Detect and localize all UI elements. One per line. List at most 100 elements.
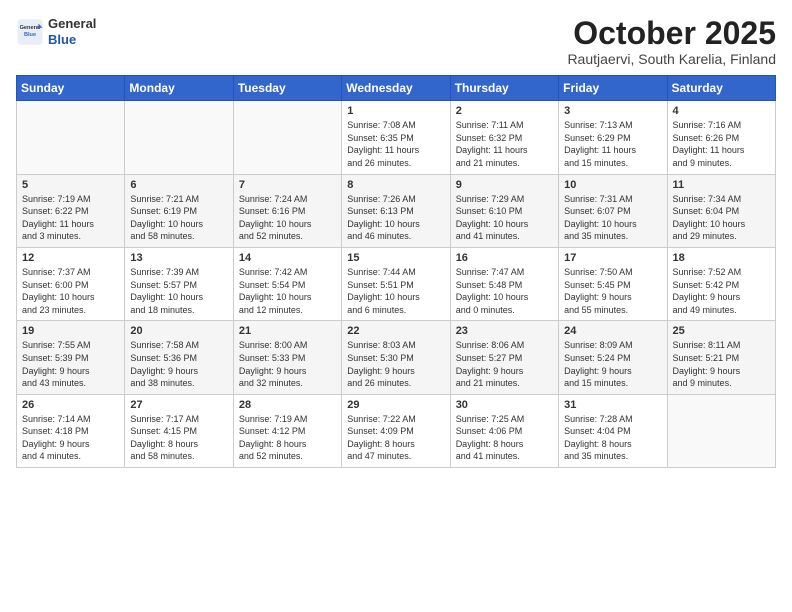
- day-info: Sunrise: 7:39 AM Sunset: 5:57 PM Dayligh…: [130, 266, 227, 316]
- day-number: 5: [22, 179, 119, 191]
- logo-icon: General Blue: [16, 18, 44, 46]
- day-info: Sunrise: 7:14 AM Sunset: 4:18 PM Dayligh…: [22, 413, 119, 463]
- day-number: 19: [22, 325, 119, 337]
- calendar-day: 23 Sunrise: 8:06 AM Sunset: 5:27 PM Dayli…: [450, 321, 558, 394]
- calendar-week-4: 26 Sunrise: 7:14 AM Sunset: 4:18 PM Dayli…: [17, 394, 776, 467]
- calendar-day: 28 Sunrise: 7:19 AM Sunset: 4:12 PM Dayli…: [233, 394, 341, 467]
- day-number: 22: [347, 325, 444, 337]
- calendar-day: 27 Sunrise: 7:17 AM Sunset: 4:15 PM Dayli…: [125, 394, 233, 467]
- calendar-day: 8 Sunrise: 7:26 AM Sunset: 6:13 PM Daylig…: [342, 174, 450, 247]
- weekday-header-monday: Monday: [125, 76, 233, 101]
- calendar-day: 22Sunrise: 8:03 AM Sunset: 5:30 PM Dayli…: [342, 321, 450, 394]
- day-number: 31: [564, 399, 661, 411]
- day-info: Sunrise: 7:17 AM Sunset: 4:15 PM Dayligh…: [130, 413, 227, 463]
- weekday-header-friday: Friday: [559, 76, 667, 101]
- weekday-header-sunday: Sunday: [17, 76, 125, 101]
- day-number: 14: [239, 252, 336, 264]
- calendar-week-1: 5 Sunrise: 7:19 AM Sunset: 6:22 PM Daylig…: [17, 174, 776, 247]
- calendar-day: 13 Sunrise: 7:39 AM Sunset: 5:57 PM Dayli…: [125, 247, 233, 320]
- day-info: Sunrise: 7:22 AM Sunset: 4:09 PM Dayligh…: [347, 413, 444, 463]
- day-info: Sunrise: 7:31 AM Sunset: 6:07 PM Dayligh…: [564, 193, 661, 243]
- calendar-day: 18Sunrise: 7:52 AM Sunset: 5:42 PM Dayli…: [667, 247, 775, 320]
- day-info: Sunrise: 7:42 AM Sunset: 5:54 PM Dayligh…: [239, 266, 336, 316]
- calendar-day: 1 Sunrise: 7:08 AM Sunset: 6:35 PM Daylig…: [342, 101, 450, 174]
- day-number: 27: [130, 399, 227, 411]
- day-info: Sunrise: 7:24 AM Sunset: 6:16 PM Dayligh…: [239, 193, 336, 243]
- day-info: Sunrise: 7:25 AM Sunset: 4:06 PM Dayligh…: [456, 413, 553, 463]
- calendar-day: [233, 101, 341, 174]
- location: Rautjaervi, South Karelia, Finland: [567, 51, 776, 67]
- day-number: 12: [22, 252, 119, 264]
- calendar-day: 15 Sunrise: 7:44 AM Sunset: 5:51 PM Dayli…: [342, 247, 450, 320]
- day-number: 1: [347, 105, 444, 117]
- day-info: Sunrise: 8:00 AM Sunset: 5:33 PM Dayligh…: [239, 339, 336, 389]
- calendar-week-3: 19 Sunrise: 7:55 AM Sunset: 5:39 PM Dayli…: [17, 321, 776, 394]
- day-info: Sunrise: 7:34 AM Sunset: 6:04 PM Dayligh…: [673, 193, 770, 243]
- calendar-day: 19 Sunrise: 7:55 AM Sunset: 5:39 PM Dayli…: [17, 321, 125, 394]
- day-number: 26: [22, 399, 119, 411]
- day-info: Sunrise: 7:19 AM Sunset: 6:22 PM Dayligh…: [22, 193, 119, 243]
- weekday-header-tuesday: Tuesday: [233, 76, 341, 101]
- day-info: Sunrise: 8:06 AM Sunset: 5:27 PM Dayligh…: [456, 339, 553, 389]
- day-info: Sunrise: 7:37 AM Sunset: 6:00 PM Dayligh…: [22, 266, 119, 316]
- day-number: 23: [456, 325, 553, 337]
- day-number: 13: [130, 252, 227, 264]
- logo: General Blue General Blue: [16, 16, 96, 47]
- calendar-day: 24Sunrise: 8:09 AM Sunset: 5:24 PM Dayli…: [559, 321, 667, 394]
- day-number: 8: [347, 179, 444, 191]
- day-number: 25: [673, 325, 770, 337]
- day-number: 21: [239, 325, 336, 337]
- day-number: 9: [456, 179, 553, 191]
- calendar-day: 29Sunrise: 7:22 AM Sunset: 4:09 PM Dayli…: [342, 394, 450, 467]
- day-info: Sunrise: 7:28 AM Sunset: 4:04 PM Dayligh…: [564, 413, 661, 463]
- calendar-day: 3Sunrise: 7:13 AM Sunset: 6:29 PM Daylig…: [559, 101, 667, 174]
- day-number: 4: [673, 105, 770, 117]
- calendar-week-2: 12 Sunrise: 7:37 AM Sunset: 6:00 PM Dayli…: [17, 247, 776, 320]
- calendar-day: 20 Sunrise: 7:58 AM Sunset: 5:36 PM Dayli…: [125, 321, 233, 394]
- day-number: 20: [130, 325, 227, 337]
- logo-text: General Blue: [48, 16, 96, 47]
- calendar-day: 5 Sunrise: 7:19 AM Sunset: 6:22 PM Daylig…: [17, 174, 125, 247]
- calendar-day: 2Sunrise: 7:11 AM Sunset: 6:32 PM Daylig…: [450, 101, 558, 174]
- day-info: Sunrise: 8:11 AM Sunset: 5:21 PM Dayligh…: [673, 339, 770, 389]
- calendar-day: 11Sunrise: 7:34 AM Sunset: 6:04 PM Dayli…: [667, 174, 775, 247]
- page-header: General Blue General Blue October 2025 R…: [16, 16, 776, 67]
- day-info: Sunrise: 7:08 AM Sunset: 6:35 PM Dayligh…: [347, 119, 444, 169]
- day-info: Sunrise: 7:19 AM Sunset: 4:12 PM Dayligh…: [239, 413, 336, 463]
- day-info: Sunrise: 7:47 AM Sunset: 5:48 PM Dayligh…: [456, 266, 553, 316]
- day-number: 7: [239, 179, 336, 191]
- day-info: Sunrise: 7:52 AM Sunset: 5:42 PM Dayligh…: [673, 266, 770, 316]
- calendar-day: 30 Sunrise: 7:25 AM Sunset: 4:06 PM Dayli…: [450, 394, 558, 467]
- calendar-day: [667, 394, 775, 467]
- title-area: October 2025 Rautjaervi, South Karelia, …: [567, 16, 776, 67]
- day-info: Sunrise: 7:55 AM Sunset: 5:39 PM Dayligh…: [22, 339, 119, 389]
- calendar-day: 16 Sunrise: 7:47 AM Sunset: 5:48 PM Dayli…: [450, 247, 558, 320]
- calendar-day: [125, 101, 233, 174]
- day-info: Sunrise: 7:16 AM Sunset: 6:26 PM Dayligh…: [673, 119, 770, 169]
- day-info: Sunrise: 8:09 AM Sunset: 5:24 PM Dayligh…: [564, 339, 661, 389]
- day-number: 15: [347, 252, 444, 264]
- day-number: 30: [456, 399, 553, 411]
- calendar-day: 10 Sunrise: 7:31 AM Sunset: 6:07 PM Dayli…: [559, 174, 667, 247]
- day-number: 10: [564, 179, 661, 191]
- logo-blue: Blue: [48, 32, 96, 48]
- month-title: October 2025: [567, 16, 776, 51]
- calendar-header-row: SundayMondayTuesdayWednesdayThursdayFrid…: [17, 76, 776, 101]
- calendar-day: 14 Sunrise: 7:42 AM Sunset: 5:54 PM Dayli…: [233, 247, 341, 320]
- day-info: Sunrise: 7:11 AM Sunset: 6:32 PM Dayligh…: [456, 119, 553, 169]
- day-info: Sunrise: 7:44 AM Sunset: 5:51 PM Dayligh…: [347, 266, 444, 316]
- day-number: 16: [456, 252, 553, 264]
- day-number: 6: [130, 179, 227, 191]
- calendar-day: 12 Sunrise: 7:37 AM Sunset: 6:00 PM Dayli…: [17, 247, 125, 320]
- calendar-day: 7 Sunrise: 7:24 AM Sunset: 6:16 PM Daylig…: [233, 174, 341, 247]
- day-info: Sunrise: 7:13 AM Sunset: 6:29 PM Dayligh…: [564, 119, 661, 169]
- calendar-day: 6Sunrise: 7:21 AM Sunset: 6:19 PM Daylig…: [125, 174, 233, 247]
- weekday-header-wednesday: Wednesday: [342, 76, 450, 101]
- svg-text:Blue: Blue: [24, 32, 36, 38]
- day-number: 28: [239, 399, 336, 411]
- calendar-day: 17Sunrise: 7:50 AM Sunset: 5:45 PM Dayli…: [559, 247, 667, 320]
- day-info: Sunrise: 7:50 AM Sunset: 5:45 PM Dayligh…: [564, 266, 661, 316]
- day-info: Sunrise: 7:26 AM Sunset: 6:13 PM Dayligh…: [347, 193, 444, 243]
- calendar-day: 4 Sunrise: 7:16 AM Sunset: 6:26 PM Daylig…: [667, 101, 775, 174]
- day-info: Sunrise: 7:58 AM Sunset: 5:36 PM Dayligh…: [130, 339, 227, 389]
